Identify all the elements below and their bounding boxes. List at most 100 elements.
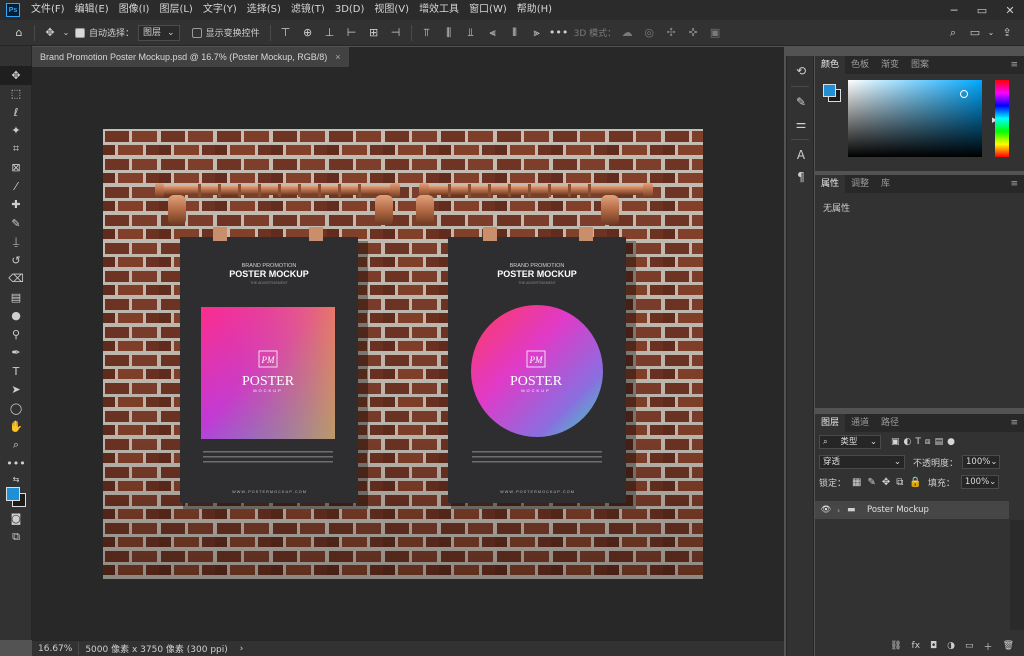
document-tab[interactable]: Brand Promotion Poster Mockup.psd @ 16.7… (32, 47, 349, 67)
adjustments-icon[interactable]: ⚌ (787, 113, 815, 135)
workspace-icon[interactable]: ▭ (964, 22, 986, 44)
align-middle-icon[interactable]: ⊕ (297, 22, 319, 44)
layers-scrollbar[interactable] (1010, 520, 1024, 630)
marquee-tool-icon[interactable]: ⬚ (0, 85, 32, 104)
document-canvas[interactable]: BRAND PROMOTION POSTER MOCKUP THE ADVERT… (103, 129, 703, 579)
gradient-tool-icon[interactable]: ▤ (0, 288, 32, 307)
slide-3d-icon[interactable]: ✜ (682, 22, 704, 44)
eraser-tool-icon[interactable]: ⌫ (0, 270, 32, 289)
type-tool-icon[interactable]: T (0, 362, 32, 381)
home-icon[interactable]: ⌂ (8, 22, 30, 44)
move-tool-icon[interactable]: ✥ (39, 22, 61, 44)
menu-item[interactable]: 选择(S) (242, 0, 286, 20)
align-left-icon[interactable]: ⊢ (341, 22, 363, 44)
blend-mode-dropdown[interactable]: 穿透 ⌄ (819, 455, 905, 469)
filter-shape-icon[interactable]: ⧈ (925, 437, 931, 447)
distribute-center-icon[interactable]: ⫴ (504, 22, 526, 44)
new-group-icon[interactable]: ▭ (965, 641, 974, 651)
lock-artboard-icon[interactable]: ⧉ (896, 477, 903, 488)
filter-adjustment-icon[interactable]: ◐ (904, 437, 912, 447)
align-top-icon[interactable]: ⊤ (275, 22, 297, 44)
menu-item[interactable]: 帮助(H) (512, 0, 557, 20)
path-selection-tool-icon[interactable]: ➤ (0, 381, 32, 400)
chevron-down-icon[interactable]: ⌄ (61, 22, 71, 44)
lock-all-icon[interactable]: 🔒 (909, 477, 921, 488)
color-swatches[interactable] (0, 485, 32, 509)
menu-item[interactable]: 图像(I) (114, 0, 155, 20)
character-panel-icon[interactable]: A (787, 144, 815, 166)
roll-3d-icon[interactable]: ◎ (638, 22, 660, 44)
menu-item[interactable]: 文件(F) (26, 0, 70, 20)
tab-gradients[interactable]: 渐变 (875, 56, 905, 74)
color-picker-field[interactable] (848, 80, 982, 157)
menu-item[interactable]: 窗口(W) (464, 0, 512, 20)
search-icon[interactable]: ⌕ (942, 22, 964, 44)
align-center-icon[interactable]: ⊞ (363, 22, 385, 44)
layer-style-icon[interactable]: fx (912, 641, 921, 651)
color-picker-handle[interactable] (960, 90, 968, 98)
panel-menu-icon[interactable]: ≡ (1010, 179, 1018, 189)
move-tool-icon[interactable]: ✥ (0, 66, 32, 85)
new-layer-icon[interactable]: ＋ (984, 640, 993, 653)
layer-filter-dropdown[interactable]: ⌕ 类型 ⌄ (819, 435, 881, 449)
foreground-color-swatch[interactable] (6, 487, 20, 501)
zoom-tool-icon[interactable]: ⌕ (0, 436, 32, 455)
distribute-right-icon[interactable]: ⫸ (526, 22, 548, 44)
maximize-button[interactable]: ▭ (968, 0, 996, 20)
zoom-level[interactable]: 16.67% (32, 644, 78, 654)
brush-settings-icon[interactable]: ✎ (787, 91, 815, 113)
stamp-tool-icon[interactable]: ⍊ (0, 233, 32, 252)
brush-tool-icon[interactable]: ✎ (0, 214, 32, 233)
distribute-bottom-icon[interactable]: ⫫ (460, 22, 482, 44)
dodge-tool-icon[interactable]: ⚲ (0, 325, 32, 344)
tab-paths[interactable]: 路径 (875, 414, 905, 432)
lock-transparent-icon[interactable]: ▦ (852, 477, 861, 488)
tab-layers[interactable]: 图层 (815, 414, 846, 432)
chevron-right-icon[interactable]: › (837, 506, 847, 515)
tab-color[interactable]: 颜色 (815, 56, 846, 74)
filter-toggle-icon[interactable]: ● (947, 437, 955, 447)
shape-tool-icon[interactable]: ◯ (0, 399, 32, 418)
filter-pixel-icon[interactable]: ▣ (891, 437, 900, 447)
layer-row[interactable]: 👁 › ▬ Poster Mockup (815, 501, 1009, 519)
adjustment-layer-icon[interactable]: ◑ (947, 641, 955, 651)
align-bottom-icon[interactable]: ⊥ (319, 22, 341, 44)
delete-layer-icon[interactable]: 🗑 (1003, 641, 1014, 651)
distribute-top-icon[interactable]: ⫪ (416, 22, 438, 44)
opacity-input[interactable]: 100% ⌄ (962, 455, 1001, 469)
color-panel-foreground[interactable] (823, 84, 836, 97)
filter-type-icon[interactable]: T (915, 437, 921, 447)
eye-icon[interactable]: 👁 (815, 505, 837, 515)
filter-smart-object-icon[interactable]: ▤ (935, 437, 944, 447)
tab-libraries[interactable]: 库 (875, 175, 896, 193)
history-brush-tool-icon[interactable]: ↺ (0, 251, 32, 270)
healing-brush-tool-icon[interactable]: ✚ (0, 196, 32, 215)
menu-item[interactable]: 文字(Y) (198, 0, 242, 20)
orbit-3d-icon[interactable]: ☁ (616, 22, 638, 44)
share-icon[interactable]: ⇪ (996, 22, 1018, 44)
tab-properties[interactable]: 属性 (815, 175, 846, 193)
auto-select-dropdown[interactable]: 图层 ⌄ (138, 24, 180, 41)
lasso-tool-icon[interactable]: ℓ (0, 103, 32, 122)
link-layers-icon[interactable]: ⛓ (890, 641, 901, 651)
tab-adjustments[interactable]: 调整 (845, 175, 875, 193)
minimize-button[interactable]: ─ (940, 0, 968, 20)
lock-image-icon[interactable]: ✎ (867, 477, 875, 488)
hand-tool-icon[interactable]: ✋ (0, 418, 32, 437)
distribute-left-icon[interactable]: ⫷ (482, 22, 504, 44)
panel-menu-icon[interactable]: ≡ (1010, 418, 1018, 428)
close-icon[interactable]: × (335, 47, 340, 67)
menu-item[interactable]: 编辑(E) (70, 0, 114, 20)
more-options-icon[interactable]: ••• (548, 22, 570, 44)
distribute-middle-icon[interactable]: ⫼ (438, 22, 460, 44)
menu-item[interactable]: 增效工具 (414, 0, 464, 20)
close-window-button[interactable]: ✕ (996, 0, 1024, 20)
menu-item[interactable]: 图层(L) (154, 0, 197, 20)
swap-colors-icon[interactable]: ⇆ (0, 473, 32, 485)
frame-tool-icon[interactable]: ⊠ (0, 159, 32, 178)
tab-swatches[interactable]: 色板 (845, 56, 875, 74)
tab-channels[interactable]: 通道 (845, 414, 875, 432)
screen-mode-icon[interactable]: ⧉ (0, 528, 32, 547)
eyedropper-tool-icon[interactable]: ⁄ (0, 177, 32, 196)
blur-tool-icon[interactable]: ● (0, 307, 32, 326)
